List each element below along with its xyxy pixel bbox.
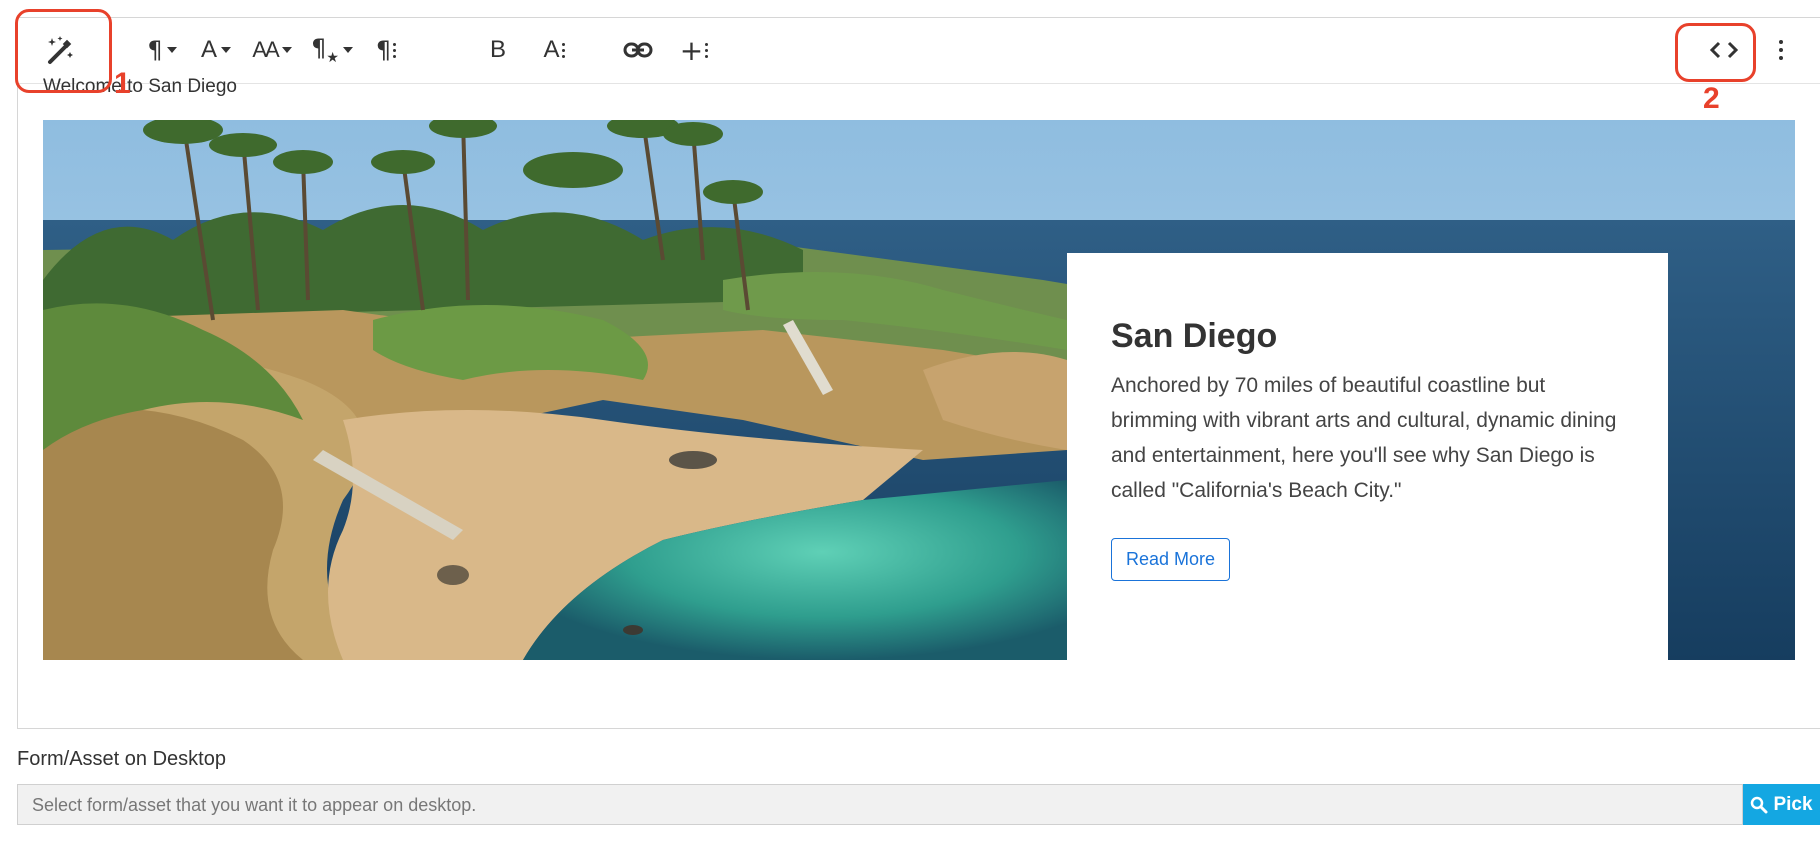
editor-toolbar: ¶ A AA ¶★ ¶ B A + xyxy=(18,18,1820,84)
hero-image: San Diego Anchored by 70 miles of beauti… xyxy=(43,120,1795,660)
font-family-button[interactable]: A xyxy=(196,30,236,70)
text-more-button[interactable]: A xyxy=(536,30,572,70)
card-body: Anchored by 70 miles of beautiful coastl… xyxy=(1111,374,1617,502)
paragraph-style-button[interactable]: ¶★ xyxy=(308,30,356,70)
card-title: San Diego xyxy=(1111,317,1278,355)
form-asset-label: Form/Asset on Desktop xyxy=(17,748,226,770)
paragraph-star-icon: ¶★ xyxy=(311,34,339,66)
annotation-number-2: 2 xyxy=(1703,82,1720,115)
info-card: San Diego Anchored by 70 miles of beauti… xyxy=(1067,253,1668,660)
paragraph-format-button[interactable]: ¶ xyxy=(142,30,182,70)
pick-label: Pick xyxy=(1773,793,1813,815)
search-icon xyxy=(1751,796,1768,813)
vertical-ellipsis-icon[interactable] xyxy=(1768,30,1792,70)
annotation-number-1: 1 xyxy=(114,67,131,100)
pilcrow-icon: ¶ xyxy=(147,36,163,64)
read-more-button[interactable]: Read More xyxy=(1111,538,1231,581)
bold-button[interactable]: B xyxy=(480,30,516,70)
editor-content[interactable]: Welcome to San Diego San Diego Anchored … xyxy=(43,76,1820,728)
form-asset-input[interactable]: Select form/asset that you want it to ap… xyxy=(17,784,1743,825)
link-icon[interactable] xyxy=(618,30,658,70)
annotation-box-2 xyxy=(1675,23,1756,82)
rich-text-editor: ¶ A AA ¶★ ¶ B A + Welcome to San Diego S… xyxy=(17,17,1820,729)
plus-icon[interactable]: + xyxy=(674,30,714,70)
annotation-box-1 xyxy=(15,9,112,93)
pick-button[interactable]: Pick xyxy=(1743,784,1820,825)
paragraph-more-icon[interactable]: ¶ xyxy=(368,30,404,70)
font-size-button[interactable]: AA xyxy=(248,30,296,70)
